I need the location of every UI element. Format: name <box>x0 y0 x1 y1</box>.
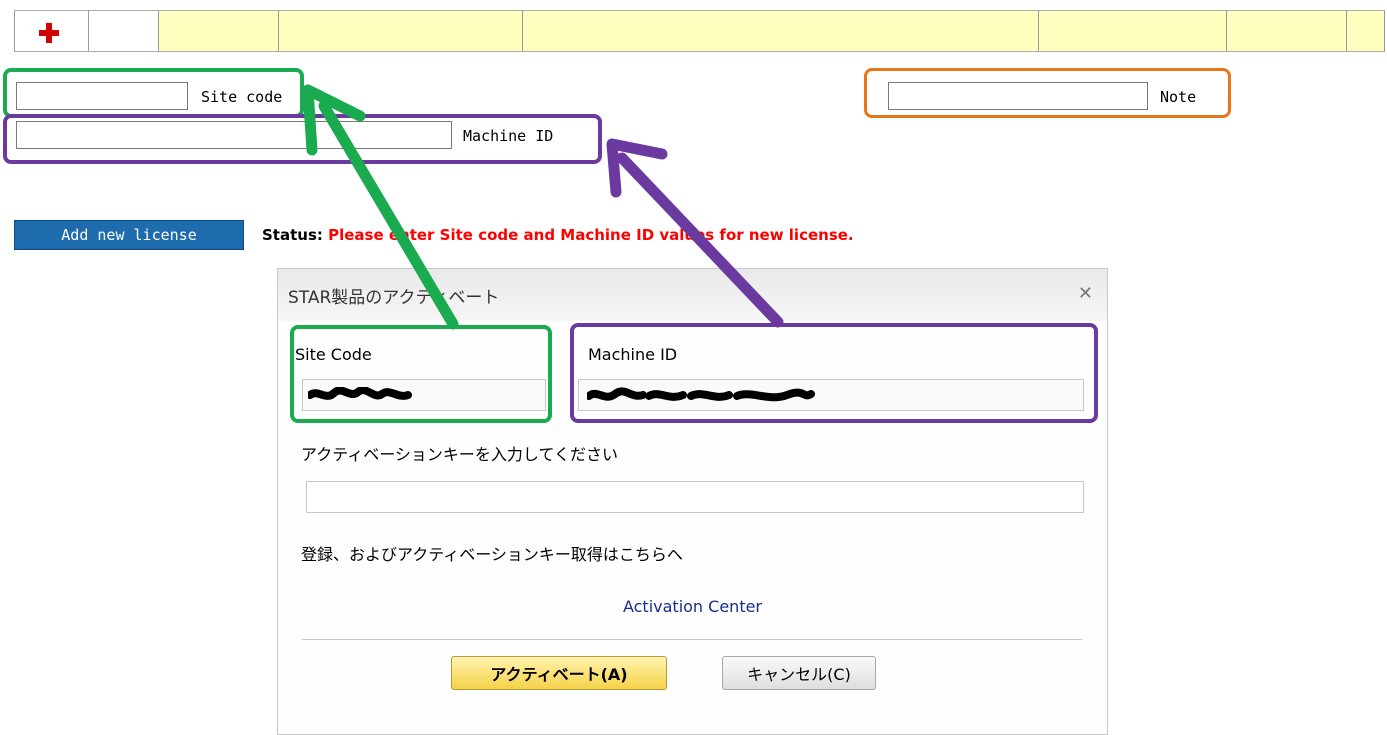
activation-key-input[interactable] <box>306 481 1084 513</box>
site-code-highlight <box>3 68 304 118</box>
activate-button[interactable]: アクティベート(A) <box>451 656 667 690</box>
dialog-title: STAR製品のアクティベート <box>288 288 500 308</box>
table-cell <box>522 11 1038 51</box>
table-cell <box>1226 11 1346 51</box>
add-row-cell[interactable] <box>14 11 88 51</box>
status-key: Status: <box>262 226 323 244</box>
license-table-row <box>14 10 1385 52</box>
activation-key-prompt: アクティベーションキーを入力してください <box>301 445 618 464</box>
activation-center-link[interactable]: Activation Center <box>278 597 1107 616</box>
register-text: 登録、およびアクティベーションキー取得はこちらへ <box>301 545 683 564</box>
status-value: Please enter Site code and Machine ID va… <box>328 226 854 244</box>
dialog-separator <box>302 639 1082 640</box>
table-cell <box>158 11 278 51</box>
dialog-machine-id-highlight <box>570 323 1098 423</box>
table-cell <box>278 11 522 51</box>
dialog-titlebar: STAR製品のアクティベート ✕ <box>278 269 1107 321</box>
machine-id-highlight <box>3 114 602 164</box>
table-cell <box>88 11 158 51</box>
cancel-button[interactable]: キャンセル(C) <box>722 656 876 690</box>
note-highlight <box>864 68 1231 118</box>
table-cell <box>1346 11 1385 51</box>
close-x-icon[interactable]: ✕ <box>1078 283 1093 304</box>
red-plus-icon[interactable] <box>39 23 59 43</box>
add-new-license-button[interactable]: Add new license <box>14 220 244 250</box>
dialog-site-code-highlight <box>290 325 552 423</box>
table-cell <box>1038 11 1226 51</box>
status-message: Status: Please enter Site code and Machi… <box>262 226 854 244</box>
